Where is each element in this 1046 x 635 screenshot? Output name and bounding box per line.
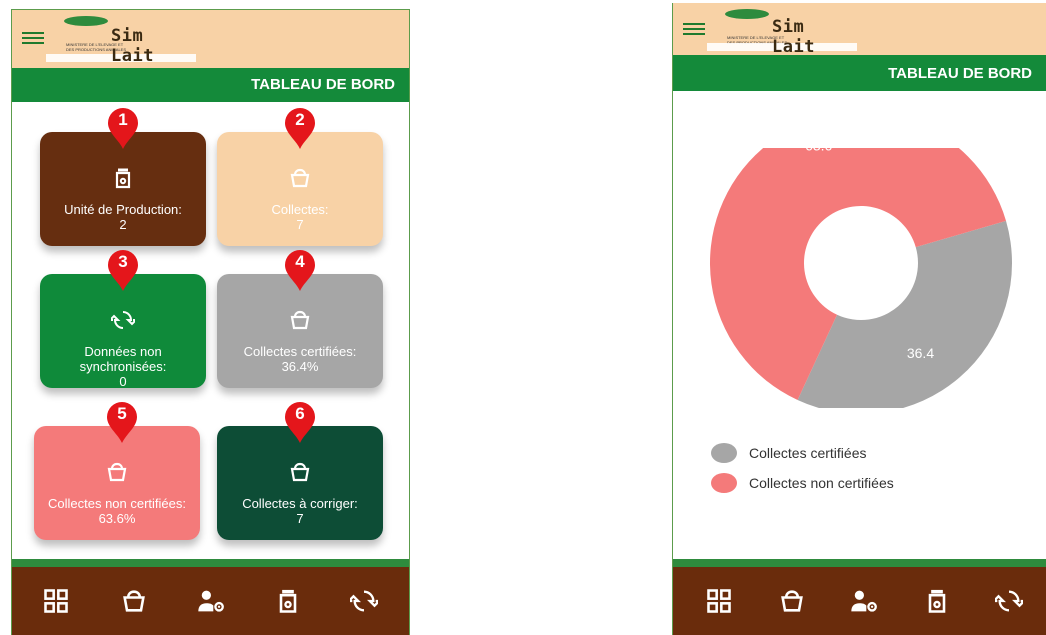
page-title: TABLEAU DE BORD bbox=[251, 76, 395, 93]
sync-icon[interactable] bbox=[991, 587, 1027, 615]
page-title-bar: TABLEAU DE BORD bbox=[673, 55, 1046, 91]
bucket-icon bbox=[217, 166, 383, 190]
bottom-nav bbox=[673, 567, 1046, 635]
card-label: Unité de Production: 2 bbox=[64, 202, 182, 232]
card-label: Collectes non certifiées: 63.6% bbox=[47, 496, 186, 526]
jar-icon[interactable] bbox=[274, 587, 302, 615]
dashboard-grid-icon[interactable] bbox=[705, 587, 733, 615]
donut-chart: 36.4 63.6 bbox=[710, 148, 1012, 408]
card-value: 7 bbox=[296, 217, 304, 232]
bucket-icon bbox=[217, 460, 383, 484]
page-title: TABLEAU DE BORD bbox=[888, 65, 1032, 82]
badge-number: 2 bbox=[295, 110, 305, 129]
divider bbox=[673, 559, 1046, 567]
dashboard-screen: MINISTERE DE L'ELEVAGE ET DES PRODUCTION… bbox=[11, 9, 410, 635]
jar-icon bbox=[40, 166, 206, 190]
card-value: 0 bbox=[119, 374, 127, 389]
badge-number: 4 bbox=[295, 252, 305, 271]
bottom-nav bbox=[12, 567, 409, 635]
chart-screen: MINISTERE DE L'ELEVAGE ET DES PRODUCTION… bbox=[672, 3, 1046, 635]
card-value: 36.4% bbox=[281, 359, 319, 374]
sync-icon[interactable] bbox=[346, 587, 382, 615]
donut-value-label: 63.6 bbox=[805, 148, 832, 154]
card-value: 2 bbox=[119, 217, 127, 232]
bucket-icon bbox=[34, 460, 200, 484]
badge-number: 3 bbox=[118, 252, 128, 271]
legend-label: Collectes non certifiées bbox=[749, 475, 894, 491]
card-label: Collectes certifiées: 36.4% bbox=[243, 344, 357, 374]
badge-number: 5 bbox=[117, 404, 127, 423]
badge-number: 1 bbox=[118, 110, 128, 129]
menu-icon[interactable] bbox=[22, 30, 44, 46]
card-label: Collectes à corriger: 7 bbox=[242, 496, 358, 526]
sync-icon bbox=[40, 308, 206, 332]
app-logo: MINISTERE DE L'ELEVAGE ET DES PRODUCTION… bbox=[707, 5, 857, 57]
badge-pin: 6 bbox=[282, 400, 318, 444]
badge-pin: 4 bbox=[282, 248, 318, 292]
donut-value-label: 36.4 bbox=[907, 345, 934, 361]
app-bar: MINISTERE DE L'ELEVAGE ET DES PRODUCTION… bbox=[673, 3, 1046, 57]
app-name: Sim Lait bbox=[111, 26, 154, 66]
page-title-bar: TABLEAU DE BORD bbox=[12, 68, 409, 102]
badge-number: 6 bbox=[295, 404, 305, 423]
bucket-icon[interactable] bbox=[778, 587, 806, 615]
dashboard-grid-icon[interactable] bbox=[42, 587, 70, 615]
card-label: Données non synchronisées: 0 bbox=[79, 344, 167, 389]
app-name: Sim Lait bbox=[772, 17, 815, 57]
bucket-icon bbox=[217, 308, 383, 332]
legend-swatch bbox=[711, 443, 737, 463]
legend-item-uncertified: Collectes non certifiées bbox=[711, 473, 894, 493]
badge-pin: 2 bbox=[282, 106, 318, 150]
badge-pin: 1 bbox=[105, 106, 141, 150]
app-bar: MINISTERE DE L'ELEVAGE ET DES PRODUCTION… bbox=[12, 10, 409, 68]
legend-swatch bbox=[711, 473, 737, 493]
card-value: 7 bbox=[296, 511, 304, 526]
user-settings-icon[interactable] bbox=[196, 587, 224, 615]
user-settings-icon[interactable] bbox=[849, 587, 877, 615]
divider bbox=[12, 559, 409, 567]
badge-pin: 3 bbox=[105, 248, 141, 292]
card-value: 63.6% bbox=[98, 511, 136, 526]
jar-icon[interactable] bbox=[923, 587, 951, 615]
badge-pin: 5 bbox=[104, 400, 140, 444]
legend-label: Collectes certifiées bbox=[749, 445, 867, 461]
bucket-icon[interactable] bbox=[120, 587, 148, 615]
menu-icon[interactable] bbox=[683, 21, 705, 37]
legend-item-certified: Collectes certifiées bbox=[711, 443, 867, 463]
card-label: Collectes: 7 bbox=[271, 202, 329, 232]
app-logo: MINISTERE DE L'ELEVAGE ET DES PRODUCTION… bbox=[46, 12, 196, 66]
